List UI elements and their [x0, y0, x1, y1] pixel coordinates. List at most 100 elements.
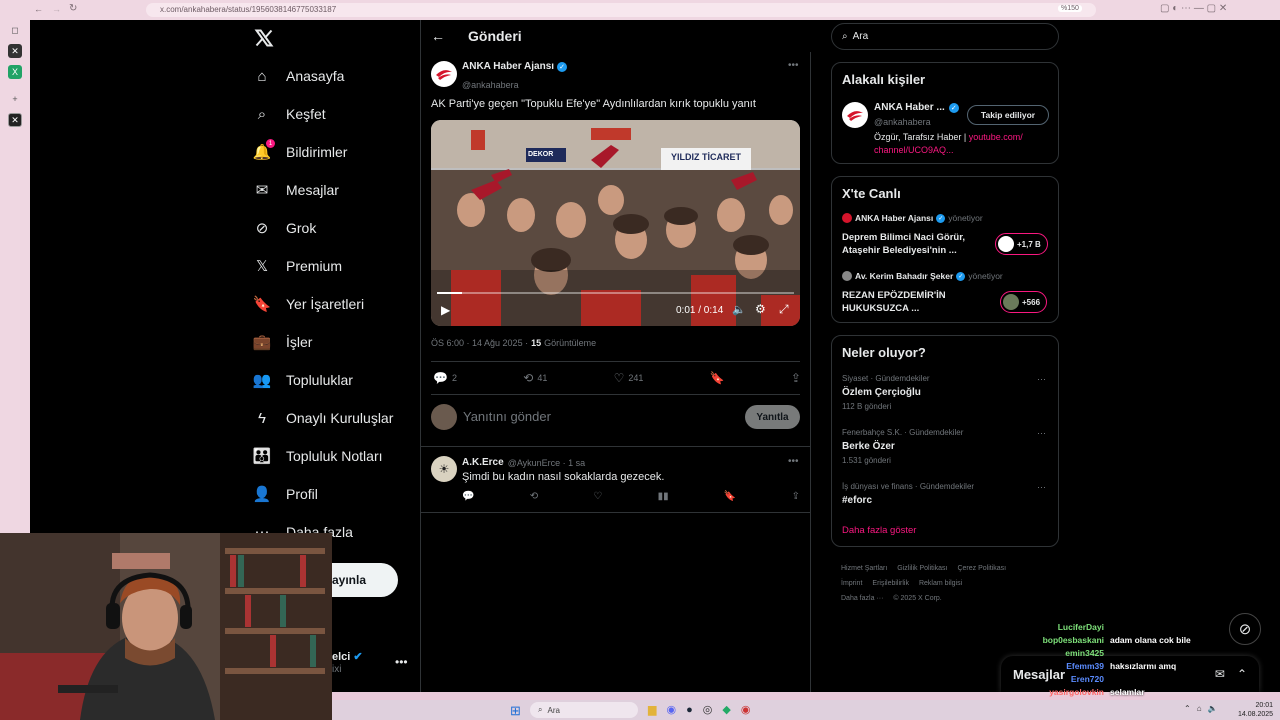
live-listeners-pill[interactable]: +1,7 B — [995, 233, 1048, 255]
address-bar[interactable]: x.com/ankahabera/status/1956038146775033… — [146, 3, 1096, 17]
sidebar-item-8[interactable]: 💼 İşler — [252, 330, 313, 354]
notification-badge: 1 — [266, 139, 275, 148]
sidebar-item-5[interactable]: ⊘ Grok — [252, 216, 317, 240]
bookmark-icon[interactable]: 🔖 — [710, 371, 725, 385]
heart-icon: ♡ — [613, 371, 625, 385]
reply-more-icon[interactable]: ••• — [788, 456, 799, 467]
sidebar-item-3[interactable]: 🔔 1 Bildirimler — [252, 139, 347, 164]
reply-submit-button[interactable]: Yanıtla — [745, 405, 800, 429]
volume-icon[interactable]: 🔈 — [732, 303, 746, 316]
footer-link[interactable]: Erişilebilirlik — [872, 580, 909, 587]
footer-link[interactable]: Gizlilik Politikası — [897, 565, 947, 572]
post-header: ← Gönderi — [421, 20, 811, 52]
footer-links: Hizmet Şartları Gizlilik Politikası Çerez … — [841, 561, 1056, 606]
bookmark-icon[interactable]: 🔖 — [724, 491, 736, 502]
footer-link[interactable]: İmprint — [841, 580, 862, 587]
reload-icon[interactable]: ↻ — [69, 3, 77, 14]
search-box[interactable]: ⌕ Ara — [831, 23, 1059, 50]
app-icon[interactable]: ◆ — [722, 703, 730, 716]
people-icon: 👥 — [252, 372, 272, 389]
reply-author[interactable]: A.K.Erce — [462, 457, 504, 468]
anka-avatar[interactable] — [431, 61, 457, 87]
x-logo-icon[interactable] — [252, 26, 276, 50]
tray-icons[interactable]: ⌃ ⌂ 🔈 — [1184, 704, 1218, 713]
footer-link[interactable]: Daha fazla ··· — [841, 595, 883, 602]
repost-button[interactable]: ⟲ 41 — [523, 371, 547, 385]
new-tab-icon[interactable]: + — [8, 92, 22, 106]
post-button[interactable]: ayınla — [332, 563, 398, 597]
reply-handle[interactable]: @AykunErce · 1 sa — [508, 458, 586, 468]
stats-icon[interactable]: ▮▮ — [658, 491, 669, 502]
settings-icon[interactable]: ⚙ — [755, 302, 766, 316]
heart-icon[interactable]: ♡ — [593, 491, 602, 502]
sidebar-item-12[interactable]: 👤 Profil — [252, 482, 318, 506]
post-timestamp[interactable]: ÖS 6:00 · 14 Ağu 2025 · — [431, 338, 528, 348]
listener-count: +1,7 B — [1017, 239, 1041, 249]
discord-icon[interactable]: ◉ — [666, 703, 676, 716]
like-button[interactable]: ♡ 241 — [614, 371, 644, 385]
live-listeners-pill[interactable]: +566 — [1000, 291, 1048, 313]
sidebar-item-4[interactable]: ✉ Mesajlar — [252, 178, 339, 202]
live-title-text: REZAN EPÖZDEMİR'İN HUKUKSUZCA ... — [842, 289, 946, 315]
share-icon[interactable]: ⇪ — [791, 371, 801, 385]
reply-button[interactable]: 💬 2 — [433, 371, 457, 385]
post-handle[interactable]: @ankahabera — [462, 75, 519, 93]
sidebar-item-11[interactable]: 👪 Topluluk Notları — [252, 444, 383, 468]
user-avatar[interactable] — [431, 404, 457, 430]
reply-input[interactable]: Yanıtını gönder — [463, 409, 551, 424]
sidebar-item-6[interactable]: 𝕏 Premium — [252, 254, 342, 278]
obs-icon[interactable]: ◎ — [703, 703, 713, 716]
play-icon[interactable]: ▶ — [441, 303, 450, 317]
zoom-level[interactable]: %150 — [1058, 5, 1082, 12]
related-name[interactable]: ANKA Haber ... — [874, 102, 945, 113]
taskbar-search[interactable]: ⌕ Ara — [530, 702, 638, 718]
forward-icon[interactable]: → — [52, 4, 61, 14]
related-link[interactable]: youtube.com/ — [969, 132, 1023, 142]
tab-active-icon[interactable]: ✕ — [8, 113, 22, 127]
tab-excel-icon[interactable]: X — [8, 65, 22, 79]
post-author[interactable]: ANKA Haber Ajansı — [462, 61, 554, 72]
sidebar-item-1[interactable]: ⌂ Anasayfa — [252, 64, 344, 88]
tab-x-icon[interactable]: ✕ — [8, 44, 22, 58]
browser-icon[interactable]: ◉ — [741, 703, 751, 716]
following-button[interactable]: Takip ediliyor — [967, 105, 1049, 125]
footer-link[interactable]: Hizmet Şartları — [841, 565, 887, 572]
footer-link[interactable]: Reklam bilgisi — [919, 580, 962, 587]
folder-icon[interactable]: ▆ — [648, 703, 656, 716]
reply-avatar[interactable]: ☀ — [431, 456, 457, 482]
lightning-icon: ϟ — [258, 409, 266, 427]
video-player[interactable]: YILDIZ TİCARET DEKOR ▶ 0:01 / 0:14 🔈 ⚙ ⤢ — [431, 120, 800, 326]
steam-icon[interactable]: ● — [686, 704, 693, 716]
views-label: Görüntüleme — [544, 338, 597, 348]
related-link-2[interactable]: channel/UCO9AQ... — [874, 145, 954, 155]
share-icon[interactable]: ⇪ — [792, 491, 800, 502]
trend-more-icon[interactable]: ⋯ — [1037, 482, 1046, 493]
video-progress-track[interactable] — [437, 292, 794, 294]
sidebar-item-2[interactable]: ⌕ Keşfet — [252, 102, 326, 126]
search-input[interactable]: Ara — [853, 31, 869, 42]
sidebar-item-7[interactable]: 🔖 Yer İşaretleri — [252, 292, 364, 316]
account-name[interactable]: elci ✔ — [332, 650, 363, 663]
repost-icon[interactable]: ⟲ — [530, 491, 538, 502]
network-icon: ⌂ — [1196, 704, 1202, 713]
footer-link[interactable]: Çerez Politikası — [957, 565, 1006, 572]
reply-icon[interactable]: 💬 — [462, 491, 474, 502]
tab-icon[interactable]: ◻ — [8, 23, 22, 37]
live-role: yönetiyor — [968, 271, 1003, 281]
sidebar-item-label: Profil — [286, 486, 318, 502]
sidebar-item-10[interactable]: ϟ Onaylı Kuruluşlar — [252, 406, 393, 430]
back-arrow-icon[interactable]: ← — [431, 28, 445, 44]
account-more-icon[interactable]: ••• — [395, 655, 408, 669]
show-more-link[interactable]: Daha fazla göster — [842, 525, 916, 536]
clock[interactable]: 20:01 14.08.2025 — [1238, 701, 1273, 719]
back-icon[interactable]: ← — [34, 4, 43, 14]
window-controls[interactable]: ▢ ◐ ⋯ ― ▢ ✕ — [1160, 3, 1227, 14]
fullscreen-icon[interactable]: ⤢ — [779, 302, 789, 317]
chat-username: Efemm39 — [1066, 660, 1104, 671]
post-more-icon[interactable]: ••• — [788, 60, 799, 71]
anka-avatar[interactable] — [842, 102, 868, 128]
sidebar-item-9[interactable]: 👥 Topluluklar — [252, 368, 353, 392]
trend-more-icon[interactable]: ⋯ — [1037, 374, 1046, 385]
windows-start-icon[interactable]: ⊞ — [510, 703, 521, 719]
trend-more-icon[interactable]: ⋯ — [1037, 428, 1046, 439]
